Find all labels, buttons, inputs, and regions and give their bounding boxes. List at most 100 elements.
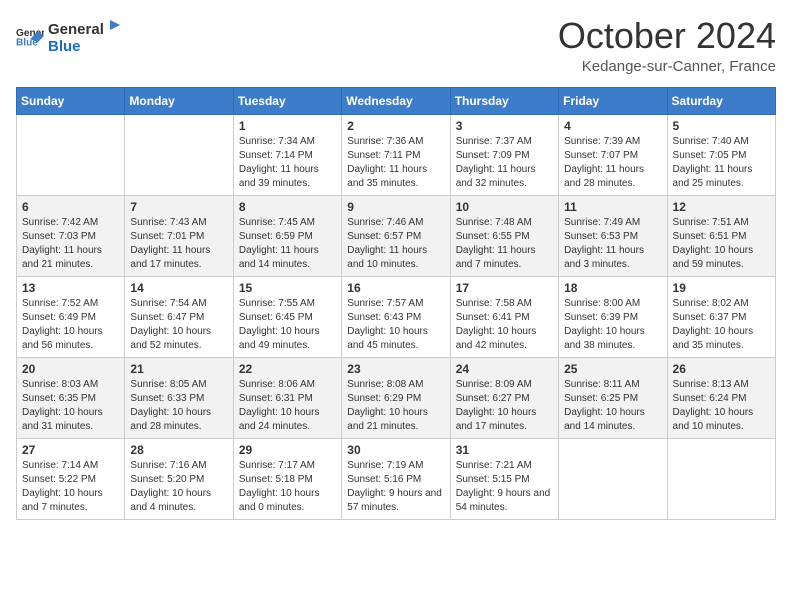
- calendar-week-row: 1 Sunrise: 7:34 AMSunset: 7:14 PMDaylight…: [17, 114, 776, 195]
- calendar-cell: 9 Sunrise: 7:46 AMSunset: 6:57 PMDaylight…: [342, 195, 450, 276]
- day-number: 20: [22, 362, 119, 376]
- day-info: Sunrise: 8:03 AMSunset: 6:35 PMDaylight:…: [22, 378, 119, 434]
- calendar-cell: 4 Sunrise: 7:39 AMSunset: 7:07 PMDaylight…: [559, 114, 667, 195]
- logo-general: General: [48, 21, 104, 38]
- day-info: Sunrise: 7:34 AMSunset: 7:14 PMDaylight:…: [239, 135, 336, 191]
- day-number: 14: [130, 281, 227, 295]
- calendar-cell: 27Sunrise: 7:14 AMSunset: 5:22 PMDayligh…: [17, 438, 125, 519]
- weekday-header-thursday: Thursday: [450, 87, 558, 114]
- calendar-cell: 17 Sunrise: 7:58 AMSunset: 6:41 PMDayligh…: [450, 276, 558, 357]
- day-info: Sunrise: 8:09 AMSunset: 6:27 PMDaylight:…: [456, 378, 553, 434]
- day-number: 19: [673, 281, 770, 295]
- calendar-cell: [125, 114, 233, 195]
- day-number: 18: [564, 281, 661, 295]
- day-info: Sunrise: 7:45 AMSunset: 6:59 PMDaylight:…: [239, 216, 336, 272]
- day-number: 22: [239, 362, 336, 376]
- calendar-cell: 19 Sunrise: 8:02 AMSunset: 6:37 PMDayligh…: [667, 276, 775, 357]
- calendar-cell: 12 Sunrise: 7:51 AMSunset: 6:51 PMDayligh…: [667, 195, 775, 276]
- day-info: Sunrise: 8:06 AMSunset: 6:31 PMDaylight:…: [239, 378, 336, 434]
- day-info: Sunrise: 8:11 AMSunset: 6:25 PMDaylight:…: [564, 378, 661, 434]
- day-info: Sunrise: 7:39 AMSunset: 7:07 PMDaylight:…: [564, 135, 661, 191]
- day-number: 17: [456, 281, 553, 295]
- calendar-cell: 10Sunrise: 7:48 AMSunset: 6:55 PMDayligh…: [450, 195, 558, 276]
- day-number: 7: [130, 200, 227, 214]
- calendar-cell: 13 Sunrise: 7:52 AMSunset: 6:49 PMDayligh…: [17, 276, 125, 357]
- day-number: 9: [347, 200, 444, 214]
- day-info: Sunrise: 7:16 AMSunset: 5:20 PMDaylight:…: [130, 459, 227, 515]
- day-info: Sunrise: 7:58 AMSunset: 6:41 PMDaylight:…: [456, 297, 553, 353]
- day-number: 24: [456, 362, 553, 376]
- day-number: 10: [456, 200, 553, 214]
- day-number: 2: [347, 119, 444, 133]
- day-number: 23: [347, 362, 444, 376]
- weekday-header-friday: Friday: [559, 87, 667, 114]
- day-info: Sunrise: 7:55 AMSunset: 6:45 PMDaylight:…: [239, 297, 336, 353]
- calendar-cell: 15Sunrise: 7:55 AMSunset: 6:45 PMDayligh…: [233, 276, 341, 357]
- day-info: Sunrise: 7:52 AMSunset: 6:49 PMDaylight:…: [22, 297, 119, 353]
- day-info: Sunrise: 7:21 AMSunset: 5:15 PMDaylight:…: [456, 459, 553, 515]
- calendar-cell: 22 Sunrise: 8:06 AMSunset: 6:31 PMDayligh…: [233, 357, 341, 438]
- calendar-table: SundayMondayTuesdayWednesdayThursdayFrid…: [16, 87, 776, 520]
- logo-arrow-icon: [106, 16, 124, 34]
- day-info: Sunrise: 8:02 AMSunset: 6:37 PMDaylight:…: [673, 297, 770, 353]
- day-number: 25: [564, 362, 661, 376]
- page-header: General Blue General Blue October 2024 K…: [16, 16, 776, 75]
- day-number: 4: [564, 119, 661, 133]
- day-info: Sunrise: 8:05 AMSunset: 6:33 PMDaylight:…: [130, 378, 227, 434]
- day-info: Sunrise: 7:37 AMSunset: 7:09 PMDaylight:…: [456, 135, 553, 191]
- day-info: Sunrise: 8:08 AMSunset: 6:29 PMDaylight:…: [347, 378, 444, 434]
- day-info: Sunrise: 7:57 AMSunset: 6:43 PMDaylight:…: [347, 297, 444, 353]
- calendar-week-row: 13 Sunrise: 7:52 AMSunset: 6:49 PMDayligh…: [17, 276, 776, 357]
- day-number: 21: [130, 362, 227, 376]
- day-number: 27: [22, 443, 119, 457]
- day-number: 13: [22, 281, 119, 295]
- calendar-cell: [17, 114, 125, 195]
- day-info: Sunrise: 7:40 AMSunset: 7:05 PMDaylight:…: [673, 135, 770, 191]
- day-info: Sunrise: 7:17 AMSunset: 5:18 PMDaylight:…: [239, 459, 336, 515]
- calendar-cell: 24 Sunrise: 8:09 AMSunset: 6:27 PMDayligh…: [450, 357, 558, 438]
- calendar-cell: 18 Sunrise: 8:00 AMSunset: 6:39 PMDayligh…: [559, 276, 667, 357]
- day-number: 28: [130, 443, 227, 457]
- calendar-subtitle: Kedange-sur-Canner, France: [558, 58, 776, 75]
- weekday-header-row: SundayMondayTuesdayWednesdayThursdayFrid…: [17, 87, 776, 114]
- day-number: 3: [456, 119, 553, 133]
- day-info: Sunrise: 7:46 AMSunset: 6:57 PMDaylight:…: [347, 216, 444, 272]
- calendar-cell: [667, 438, 775, 519]
- day-info: Sunrise: 8:13 AMSunset: 6:24 PMDaylight:…: [673, 378, 770, 434]
- calendar-cell: 3 Sunrise: 7:37 AMSunset: 7:09 PMDaylight…: [450, 114, 558, 195]
- calendar-week-row: 27Sunrise: 7:14 AMSunset: 5:22 PMDayligh…: [17, 438, 776, 519]
- logo-blue: Blue: [48, 38, 81, 55]
- calendar-cell: 6Sunrise: 7:42 AMSunset: 7:03 PMDaylight…: [17, 195, 125, 276]
- day-info: Sunrise: 7:54 AMSunset: 6:47 PMDaylight:…: [130, 297, 227, 353]
- weekday-header-monday: Monday: [125, 87, 233, 114]
- calendar-cell: 26 Sunrise: 8:13 AMSunset: 6:24 PMDayligh…: [667, 357, 775, 438]
- day-number: 12: [673, 200, 770, 214]
- calendar-cell: 16Sunrise: 7:57 AMSunset: 6:43 PMDayligh…: [342, 276, 450, 357]
- day-info: Sunrise: 8:00 AMSunset: 6:39 PMDaylight:…: [564, 297, 661, 353]
- day-info: Sunrise: 7:19 AMSunset: 5:16 PMDaylight:…: [347, 459, 444, 515]
- logo: General Blue General Blue: [16, 16, 124, 56]
- calendar-week-row: 6Sunrise: 7:42 AMSunset: 7:03 PMDaylight…: [17, 195, 776, 276]
- calendar-cell: 1 Sunrise: 7:34 AMSunset: 7:14 PMDaylight…: [233, 114, 341, 195]
- day-number: 11: [564, 200, 661, 214]
- calendar-cell: 14 Sunrise: 7:54 AMSunset: 6:47 PMDayligh…: [125, 276, 233, 357]
- calendar-cell: 30 Sunrise: 7:19 AMSunset: 5:16 PMDayligh…: [342, 438, 450, 519]
- day-number: 29: [239, 443, 336, 457]
- day-info: Sunrise: 7:51 AMSunset: 6:51 PMDaylight:…: [673, 216, 770, 272]
- calendar-cell: 29 Sunrise: 7:17 AMSunset: 5:18 PMDayligh…: [233, 438, 341, 519]
- calendar-cell: 21 Sunrise: 8:05 AMSunset: 6:33 PMDayligh…: [125, 357, 233, 438]
- calendar-cell: 7Sunrise: 7:43 AMSunset: 7:01 PMDaylight…: [125, 195, 233, 276]
- day-number: 1: [239, 119, 336, 133]
- calendar-cell: 11Sunrise: 7:49 AMSunset: 6:53 PMDayligh…: [559, 195, 667, 276]
- calendar-cell: 20 Sunrise: 8:03 AMSunset: 6:35 PMDayligh…: [17, 357, 125, 438]
- weekday-header-saturday: Saturday: [667, 87, 775, 114]
- day-number: 30: [347, 443, 444, 457]
- day-number: 26: [673, 362, 770, 376]
- calendar-cell: 8Sunrise: 7:45 AMSunset: 6:59 PMDaylight…: [233, 195, 341, 276]
- weekday-header-wednesday: Wednesday: [342, 87, 450, 114]
- svg-text:Blue: Blue: [16, 37, 38, 47]
- day-number: 5: [673, 119, 770, 133]
- title-block: October 2024 Kedange-sur-Canner, France: [558, 16, 776, 75]
- calendar-cell: 5 Sunrise: 7:40 AMSunset: 7:05 PMDaylight…: [667, 114, 775, 195]
- logo-icon: General Blue: [16, 25, 44, 47]
